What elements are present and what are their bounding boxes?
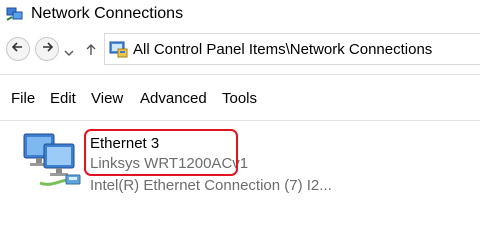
forward-arrow-icon [41,40,54,58]
menu-edit[interactable]: Edit [50,90,76,107]
control-panel-icon [109,41,129,59]
ethernet-connection-icon [22,131,84,191]
up-arrow-icon [86,43,96,60]
menu-tools[interactable]: Tools [222,90,257,107]
navigation-bar: All Control Panel Items\Network Connecti… [0,30,480,74]
connections-list: Ethernet 3 Linksys WRT1200ACv1 Intel(R) … [0,120,480,240]
menu-advanced[interactable]: Advanced [140,90,207,107]
address-bar[interactable]: All Control Panel Items\Network Connecti… [104,33,480,65]
title-bar: Network Connections [0,0,480,30]
menu-bar: File Edit View Advanced Tools [0,74,480,120]
highlight-annotation [84,129,238,176]
address-path: All Control Panel Items\Network Connecti… [133,41,433,58]
back-arrow-icon [11,40,24,58]
back-button[interactable] [6,37,30,61]
forward-button[interactable] [35,37,59,61]
network-connections-icon [6,6,24,22]
recent-locations-button[interactable] [64,44,74,56]
chevron-down-icon [64,44,74,61]
window-title: Network Connections [31,5,184,22]
menu-view[interactable]: View [91,90,123,107]
up-button[interactable] [86,43,96,55]
connection-adapter: Intel(R) Ethernet Connection (7) I2... [90,177,332,194]
menu-file[interactable]: File [11,90,35,107]
